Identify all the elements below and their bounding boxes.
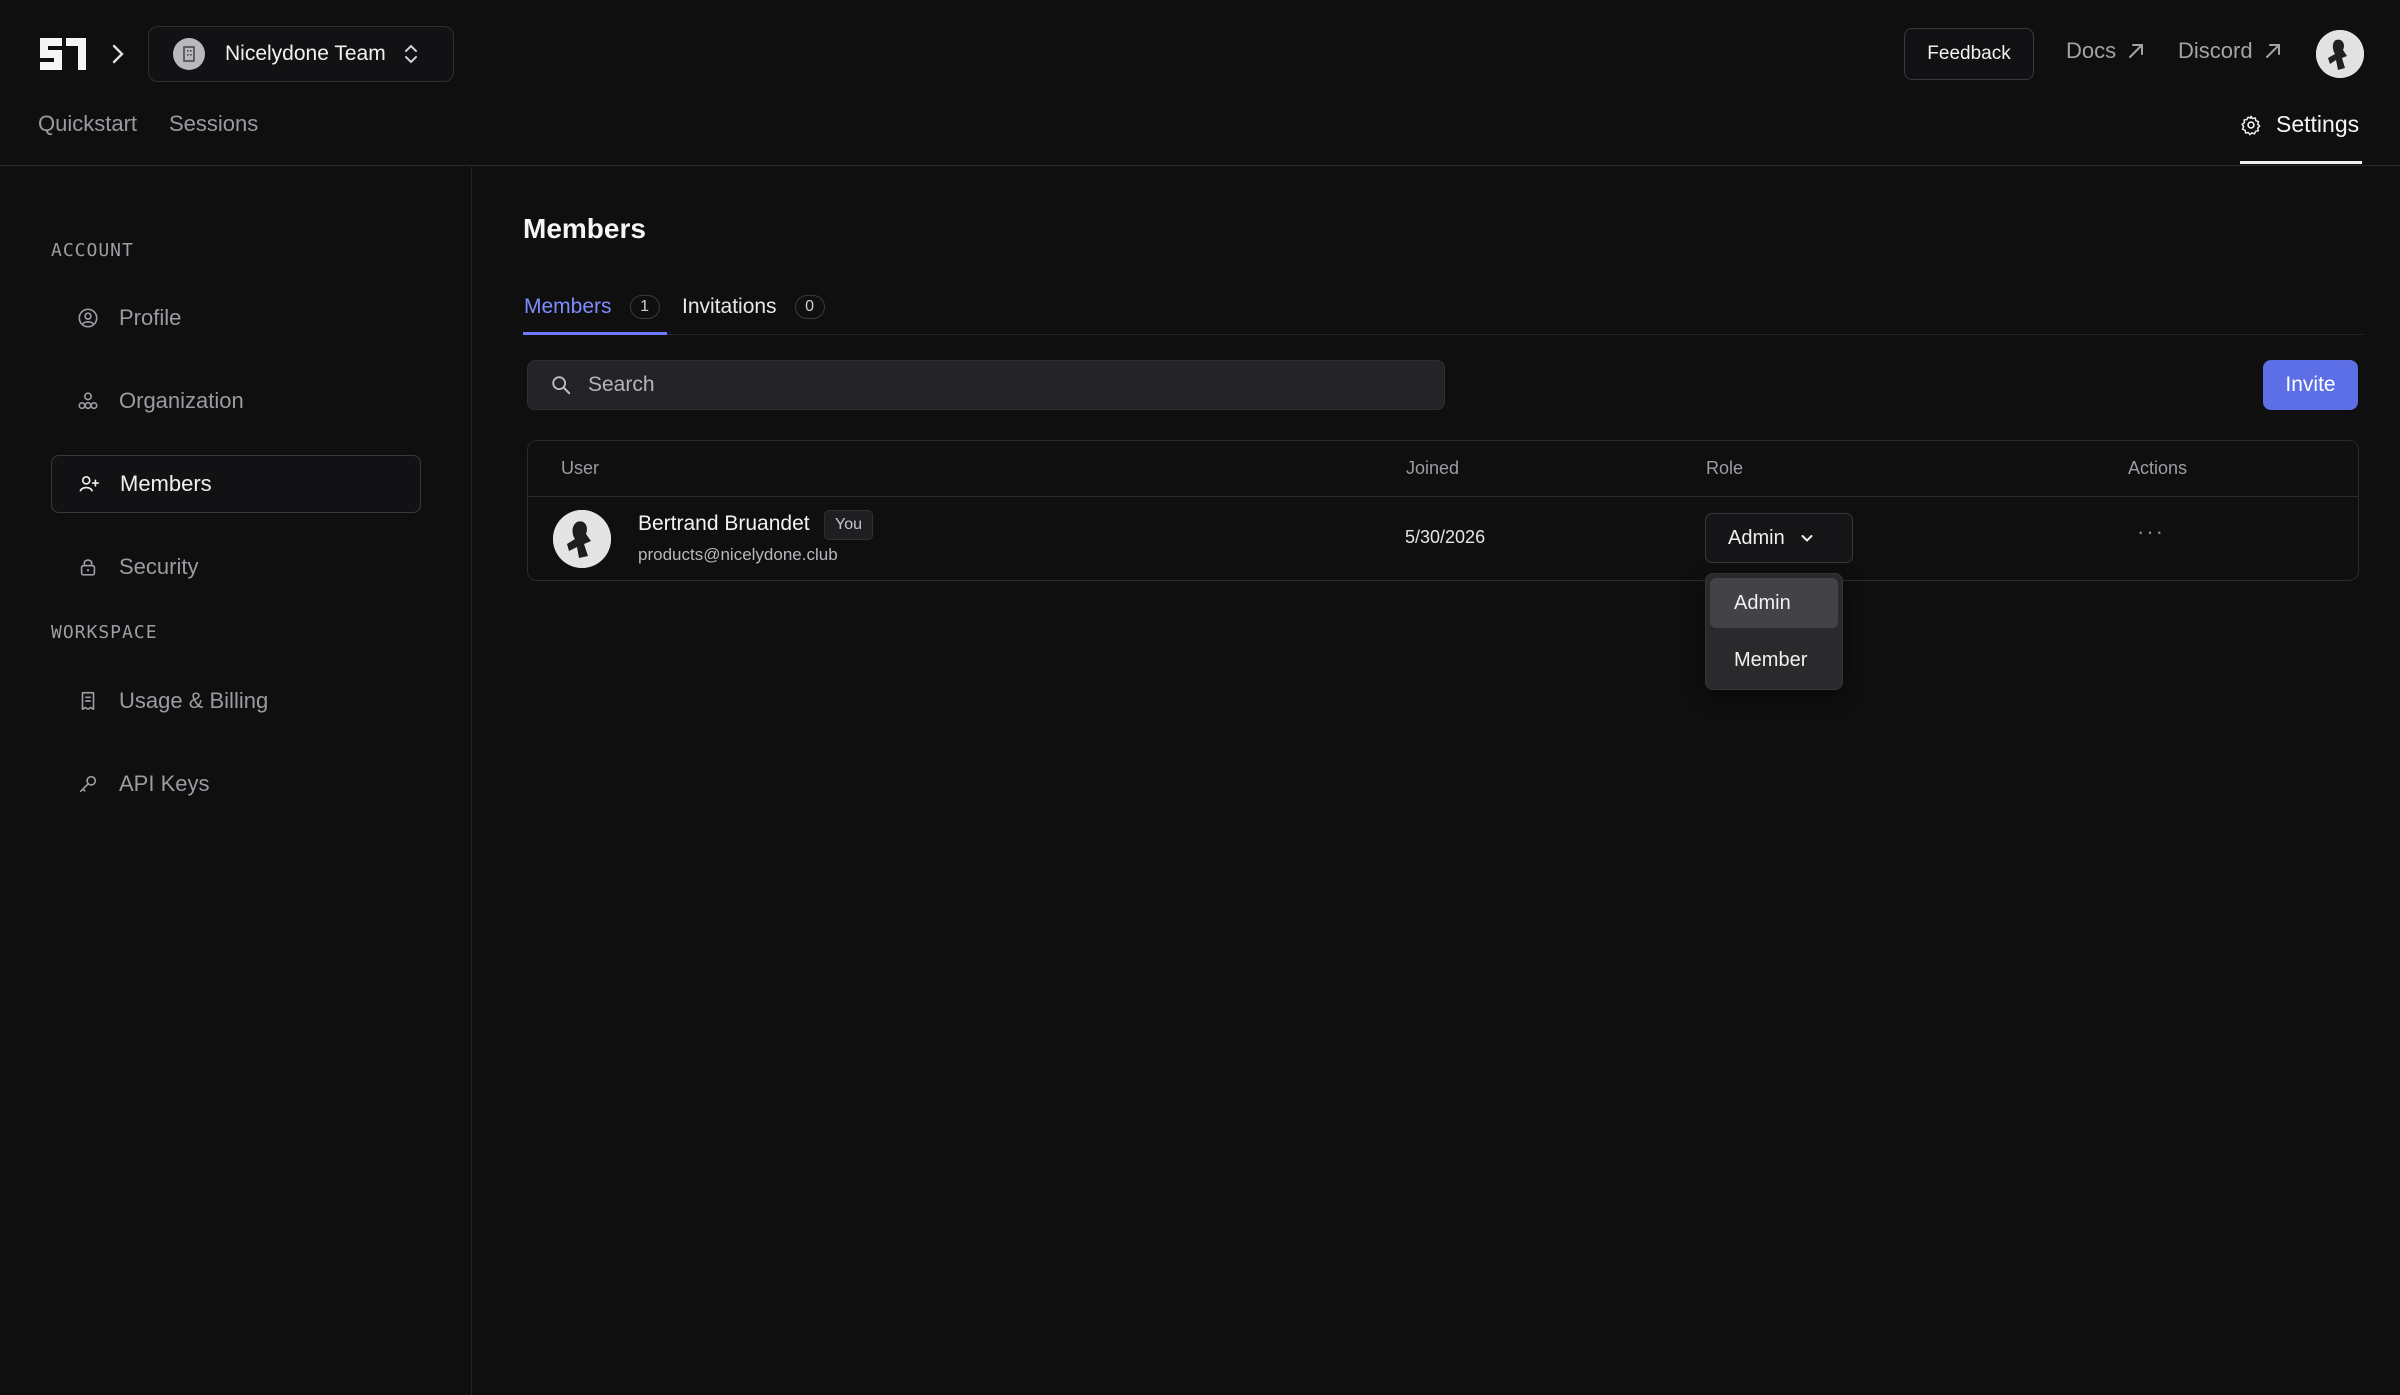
settings-sidebar: ACCOUNT Profile Organization Members Sec… bbox=[0, 167, 472, 1395]
sidebar-item-label: API Keys bbox=[119, 771, 210, 796]
role-dropdown-menu: Admin Member bbox=[1705, 573, 1843, 690]
receipt-icon bbox=[81, 691, 95, 711]
members-table: User Joined Role Actions Bertrand Bruand… bbox=[527, 440, 2359, 581]
discord-link-label: Discord bbox=[2178, 38, 2253, 63]
user-plus-icon bbox=[79, 476, 99, 492]
nav-quickstart[interactable]: Quickstart bbox=[38, 111, 137, 137]
search-input[interactable] bbox=[588, 373, 1408, 397]
member-joined-date: 5/30/2026 bbox=[1405, 527, 1486, 547]
nav-sessions[interactable]: Sessions bbox=[169, 111, 258, 137]
nav-settings[interactable]: Settings bbox=[2240, 100, 2359, 166]
tab-count-badge: 1 bbox=[629, 295, 660, 319]
sidebar-item-api-keys[interactable]: API Keys bbox=[51, 755, 421, 813]
sidebar-item-organization[interactable]: Organization bbox=[51, 372, 421, 430]
lock-icon bbox=[80, 559, 96, 576]
team-switcher[interactable]: Nicelydone Team bbox=[148, 26, 454, 82]
docs-link[interactable]: Docs bbox=[2066, 38, 2146, 64]
role-option-admin[interactable]: Admin bbox=[1710, 578, 1838, 628]
organization-icon bbox=[78, 392, 98, 410]
user-circle-icon bbox=[78, 308, 98, 328]
member-email: products@nicelydone.club bbox=[638, 545, 838, 564]
search-icon bbox=[552, 376, 571, 395]
column-header-joined: Joined bbox=[1406, 458, 1460, 478]
role-select[interactable]: Admin bbox=[1705, 513, 1853, 563]
members-page: Members Members 1 Invitations 0 Invite U… bbox=[473, 167, 2400, 1395]
column-header-actions: Actions bbox=[2128, 458, 2188, 478]
sidebar-item-label: Usage & Billing bbox=[119, 688, 269, 713]
nav-settings-label: Settings bbox=[2276, 111, 2360, 137]
discord-link[interactable]: Discord bbox=[2178, 38, 2283, 64]
tab-count-badge: 0 bbox=[794, 295, 825, 319]
chevron-down-icon bbox=[1801, 535, 1813, 542]
section-label-account: ACCOUNT bbox=[51, 240, 134, 261]
member-search[interactable] bbox=[527, 360, 1445, 410]
docs-link-label: Docs bbox=[2066, 38, 2117, 63]
user-avatar[interactable] bbox=[2316, 30, 2364, 78]
active-tab-indicator bbox=[523, 332, 667, 335]
page-title: Members bbox=[523, 213, 646, 244]
sidebar-item-label: Security bbox=[119, 554, 199, 579]
members-tabs: Members 1 Invitations 0 bbox=[523, 279, 2363, 335]
sidebar-item-security[interactable]: Security bbox=[51, 538, 421, 596]
you-badge: You bbox=[824, 510, 873, 540]
section-label-workspace: WORKSPACE bbox=[51, 622, 158, 643]
active-tab-indicator bbox=[2240, 161, 2362, 164]
sidebar-item-label: Profile bbox=[119, 305, 182, 330]
invite-button[interactable]: Invite bbox=[2263, 360, 2358, 410]
top-bar: Nicelydone Team Feedback Docs Discord Qu… bbox=[0, 0, 2400, 166]
building-icon bbox=[173, 38, 205, 70]
tab-invitations[interactable]: Invitations 0 bbox=[682, 279, 825, 335]
column-header-role: Role bbox=[1706, 458, 1744, 478]
tab-label: Members bbox=[524, 295, 612, 318]
sidebar-item-label: Members bbox=[120, 471, 212, 496]
column-header-user: User bbox=[561, 458, 600, 478]
arrow-up-right-icon bbox=[2129, 44, 2144, 58]
sidebar-item-label: Organization bbox=[119, 388, 244, 413]
avatar bbox=[553, 510, 611, 568]
tab-label: Invitations bbox=[682, 295, 777, 318]
arrow-up-right-icon bbox=[2265, 44, 2280, 58]
sidebar-item-profile[interactable]: Profile bbox=[51, 289, 421, 347]
row-actions-menu[interactable]: ··· bbox=[2137, 519, 2165, 545]
chevron-right-icon bbox=[112, 44, 124, 64]
role-select-value: Admin bbox=[1728, 526, 1785, 549]
chevron-up-down-icon bbox=[404, 44, 417, 64]
team-name: Nicelydone Team bbox=[225, 42, 386, 65]
tab-members[interactable]: Members 1 bbox=[524, 279, 660, 335]
gear-icon bbox=[2241, 115, 2261, 136]
member-name: Bertrand Bruandet bbox=[638, 512, 810, 535]
table-row: Bertrand Bruandet You products@nicelydon… bbox=[528, 497, 2358, 581]
feedback-button[interactable]: Feedback bbox=[1904, 28, 2034, 80]
key-icon bbox=[79, 775, 97, 793]
brand-logo-icon[interactable] bbox=[36, 34, 90, 74]
sidebar-item-usage-billing[interactable]: Usage & Billing bbox=[51, 672, 421, 730]
role-option-member[interactable]: Member bbox=[1710, 635, 1838, 685]
sidebar-item-members[interactable]: Members bbox=[51, 455, 421, 513]
